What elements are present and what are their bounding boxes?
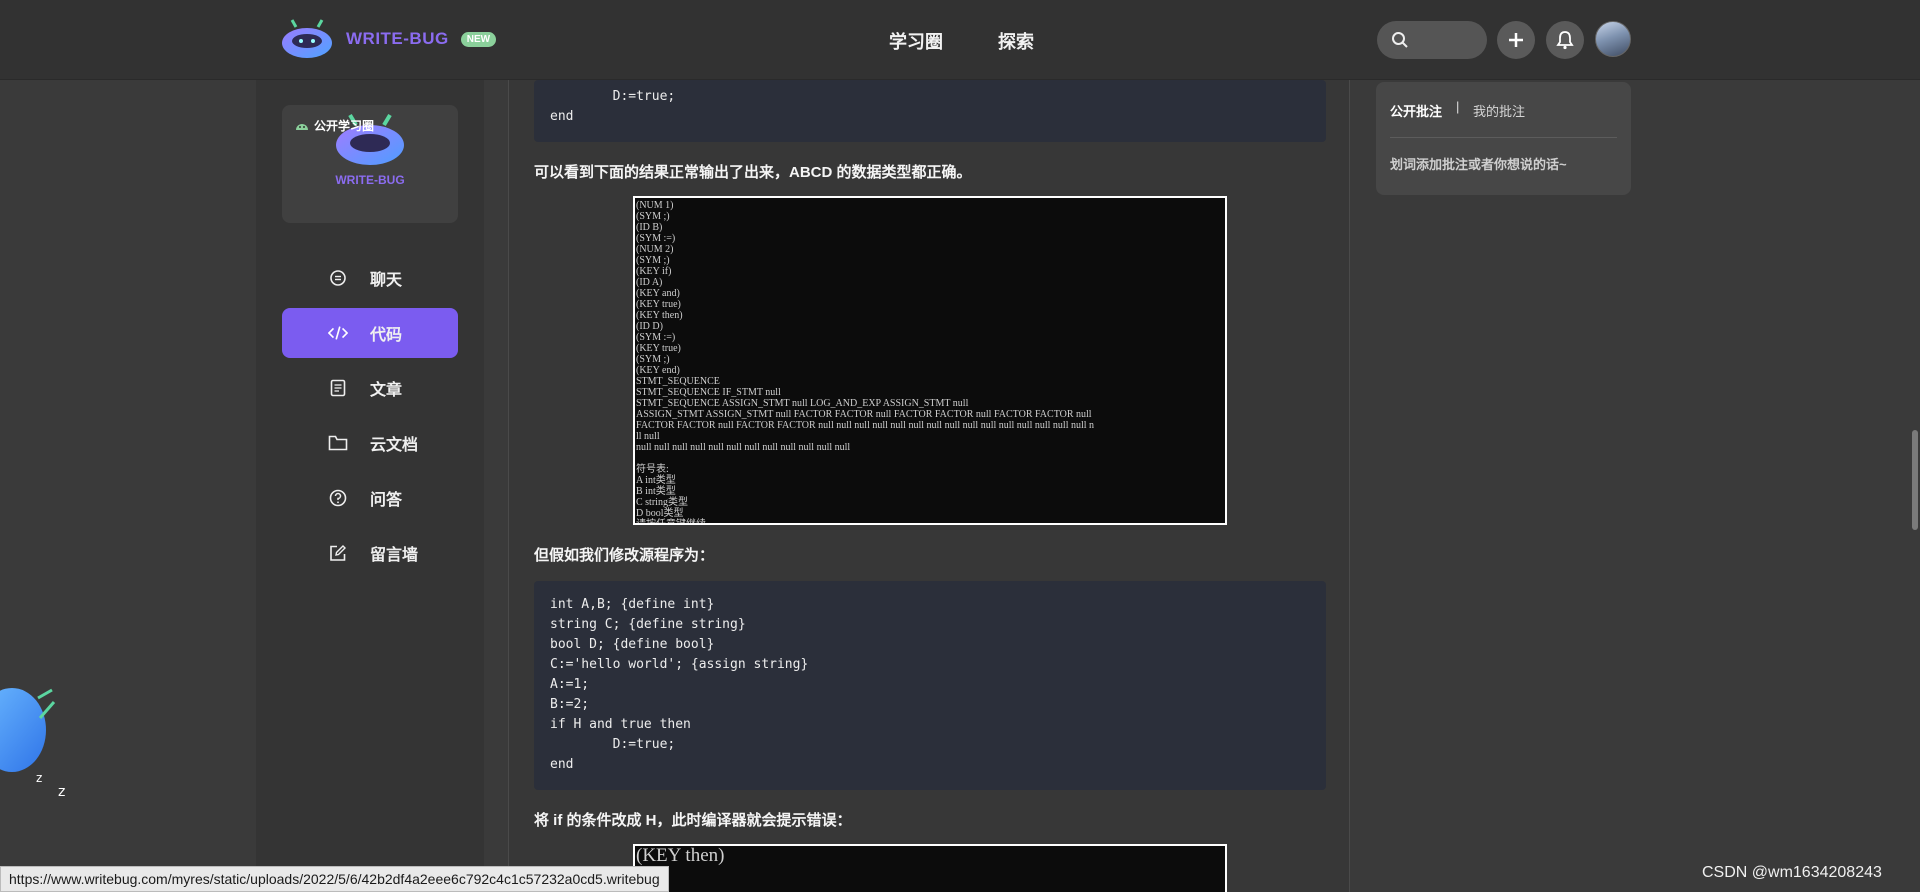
terminal-line: ll null xyxy=(636,431,660,442)
sidebar-item-article[interactable]: 文章 xyxy=(282,363,458,413)
code-line: end xyxy=(550,757,574,772)
terminal-line: (ID B) xyxy=(636,222,663,233)
code-line: if H and true then xyxy=(550,717,691,732)
tab-my-annotations[interactable]: 我的批注 xyxy=(1473,101,1525,120)
status-url: https://www.writebug.com/myres/static/up… xyxy=(0,866,669,892)
terminal-line: (KEY if) xyxy=(636,266,672,277)
code-line: C:='hello world'; {assign string} xyxy=(550,657,809,672)
sidebar-item-chat[interactable]: 聊天 xyxy=(282,253,458,303)
code-block-top: D:=true; end xyxy=(534,80,1326,142)
annotation-panel xyxy=(1376,82,1631,195)
mascot-logo-icon xyxy=(280,19,334,59)
chat-icon xyxy=(328,268,348,288)
folder-icon xyxy=(328,433,348,453)
terminal-line: D bool类型 xyxy=(636,508,684,519)
sidebar-item-label: 文章 xyxy=(370,382,403,399)
terminal-line: (ID A) xyxy=(636,277,663,288)
terminal-line: 请按任意键继续. . . xyxy=(636,519,719,525)
plus-icon xyxy=(1509,33,1523,47)
terminal-line: STMT_SEQUENCE IF_STMT null xyxy=(636,387,781,398)
brand-name: WRITE-BUG xyxy=(346,29,449,48)
code-line: D:=true; xyxy=(550,89,676,104)
edit-icon xyxy=(328,543,348,563)
sidebar-item-code[interactable]: 代码 xyxy=(282,308,458,358)
terminal-line: (KEY and) xyxy=(636,288,680,299)
add-button[interactable] xyxy=(1497,21,1535,59)
search-icon xyxy=(1392,32,1408,48)
android-icon xyxy=(296,124,308,130)
terminal-line: (KEY end) xyxy=(636,365,680,376)
code-line: string C; {define string} xyxy=(550,617,746,632)
terminal-line: (SYM ;) xyxy=(636,354,670,365)
tab-public-annotations[interactable]: 公开批注 xyxy=(1390,101,1442,120)
question-icon xyxy=(328,488,348,508)
terminal-line: (NUM 2) xyxy=(636,244,674,255)
sidebar-item-cloud-docs[interactable]: 云文档 xyxy=(282,418,458,468)
divider xyxy=(1390,137,1617,138)
code-block: int A,B; {define int} string C; {define s… xyxy=(534,581,1326,790)
code-line: end xyxy=(550,109,574,124)
paragraph: 但假如我们修改源程序为： xyxy=(534,547,715,564)
terminal-line: (NUM 1) xyxy=(636,200,674,211)
sidebar-item-label: 云文档 xyxy=(370,437,419,454)
terminal-line: STMT_SEQUENCE xyxy=(636,376,720,387)
sidebar-item-message-wall[interactable]: 留言墙 xyxy=(282,528,458,578)
terminal-line: (ID D) xyxy=(636,321,663,332)
code-line: bool D; {define bool} xyxy=(550,637,715,652)
svg-text:z: z xyxy=(58,784,65,800)
code-line: A:=1; xyxy=(550,677,590,692)
terminal-line: (KEY then) xyxy=(636,845,725,866)
right-panel xyxy=(1352,80,1656,892)
bell-icon xyxy=(1556,31,1574,50)
sleeping-mascot-icon: z z xyxy=(0,688,65,800)
site-logo[interactable]: WRITE-BUG NEW xyxy=(280,18,497,60)
search-input[interactable] xyxy=(1377,21,1487,59)
new-badge: NEW xyxy=(460,31,497,47)
paragraph: 可以看到下面的结果正常输出了出来，ABCD 的数据类型都正确。 xyxy=(534,164,972,181)
sidebar-item-label: 代码 xyxy=(370,327,403,344)
terminal-line: (SYM :=) xyxy=(636,233,676,244)
svg-text:z: z xyxy=(36,771,42,785)
code-icon xyxy=(328,323,348,343)
sidebar-item-label: 问答 xyxy=(370,492,403,509)
terminal-line: null null null null null null null null … xyxy=(636,442,851,453)
article-icon xyxy=(328,378,348,398)
terminal-line: FACTOR FACTOR null FACTOR FACTOR null nu… xyxy=(636,420,1095,431)
terminal-line: C string类型 xyxy=(636,497,688,508)
terminal-line: (SYM ;) xyxy=(636,255,670,266)
annotation-hint: 划词添加批注或者你想说的话~ xyxy=(1390,157,1567,172)
terminal-screenshot-2: (KEY then) xyxy=(633,844,1227,892)
sidebar-item-label: 留言墙 xyxy=(370,547,419,564)
terminal-line: STMT_SEQUENCE ASSIGN_STMT null LOG_AND_E… xyxy=(636,398,969,409)
nav-explore[interactable]: 探索 xyxy=(998,28,1034,54)
notifications-button[interactable] xyxy=(1546,21,1584,59)
terminal-line: ASSIGN_STMT ASSIGN_STMT null FACTOR FACT… xyxy=(636,409,1092,420)
terminal-screenshot: (NUM 1) (SYM ;) (ID B) (SYM :=) (NUM 2) (SYM … xyxy=(633,196,1227,525)
terminal-line: 符号表: xyxy=(636,464,669,475)
tab-separator: | xyxy=(1456,99,1460,114)
terminal-line: A int类型 xyxy=(636,475,676,486)
terminal-line: (SYM :=) xyxy=(636,332,676,343)
terminal-line: B int类型 xyxy=(636,486,676,497)
code-line: D:=true; xyxy=(550,737,676,752)
terminal-line: (SYM ;) xyxy=(636,211,670,222)
avatar[interactable] xyxy=(1595,21,1631,57)
page-scrollbar[interactable] xyxy=(1912,430,1918,530)
sidebar-item-qa[interactable]: 问答 xyxy=(282,473,458,523)
nav-study-circle[interactable]: 学习圈 xyxy=(889,28,943,54)
sidebar-item-label: 聊天 xyxy=(370,272,403,289)
paragraph: 将 if 的条件改成 H，此时编译器就会提示错误： xyxy=(534,812,852,829)
terminal-line: (KEY true) xyxy=(636,343,681,354)
code-line: B:=2; xyxy=(550,697,590,712)
top-navigation-bar: WRITE-BUG NEW 学习圈 探索 xyxy=(0,0,1920,80)
card-brand: WRITE-BUG xyxy=(335,173,405,187)
code-line: int A,B; {define int} xyxy=(550,597,715,612)
terminal-line: (KEY then) xyxy=(636,310,683,321)
study-circle-card[interactable]: 公开学习圈 WRITE-BUG xyxy=(282,105,458,223)
csdn-watermark: CSDN @wm1634208243 xyxy=(1702,864,1882,881)
public-circle-tag: 公开学习圈 xyxy=(314,119,375,133)
terminal-line: (KEY true) xyxy=(636,299,681,310)
floating-mascot[interactable]: z z xyxy=(0,668,80,813)
